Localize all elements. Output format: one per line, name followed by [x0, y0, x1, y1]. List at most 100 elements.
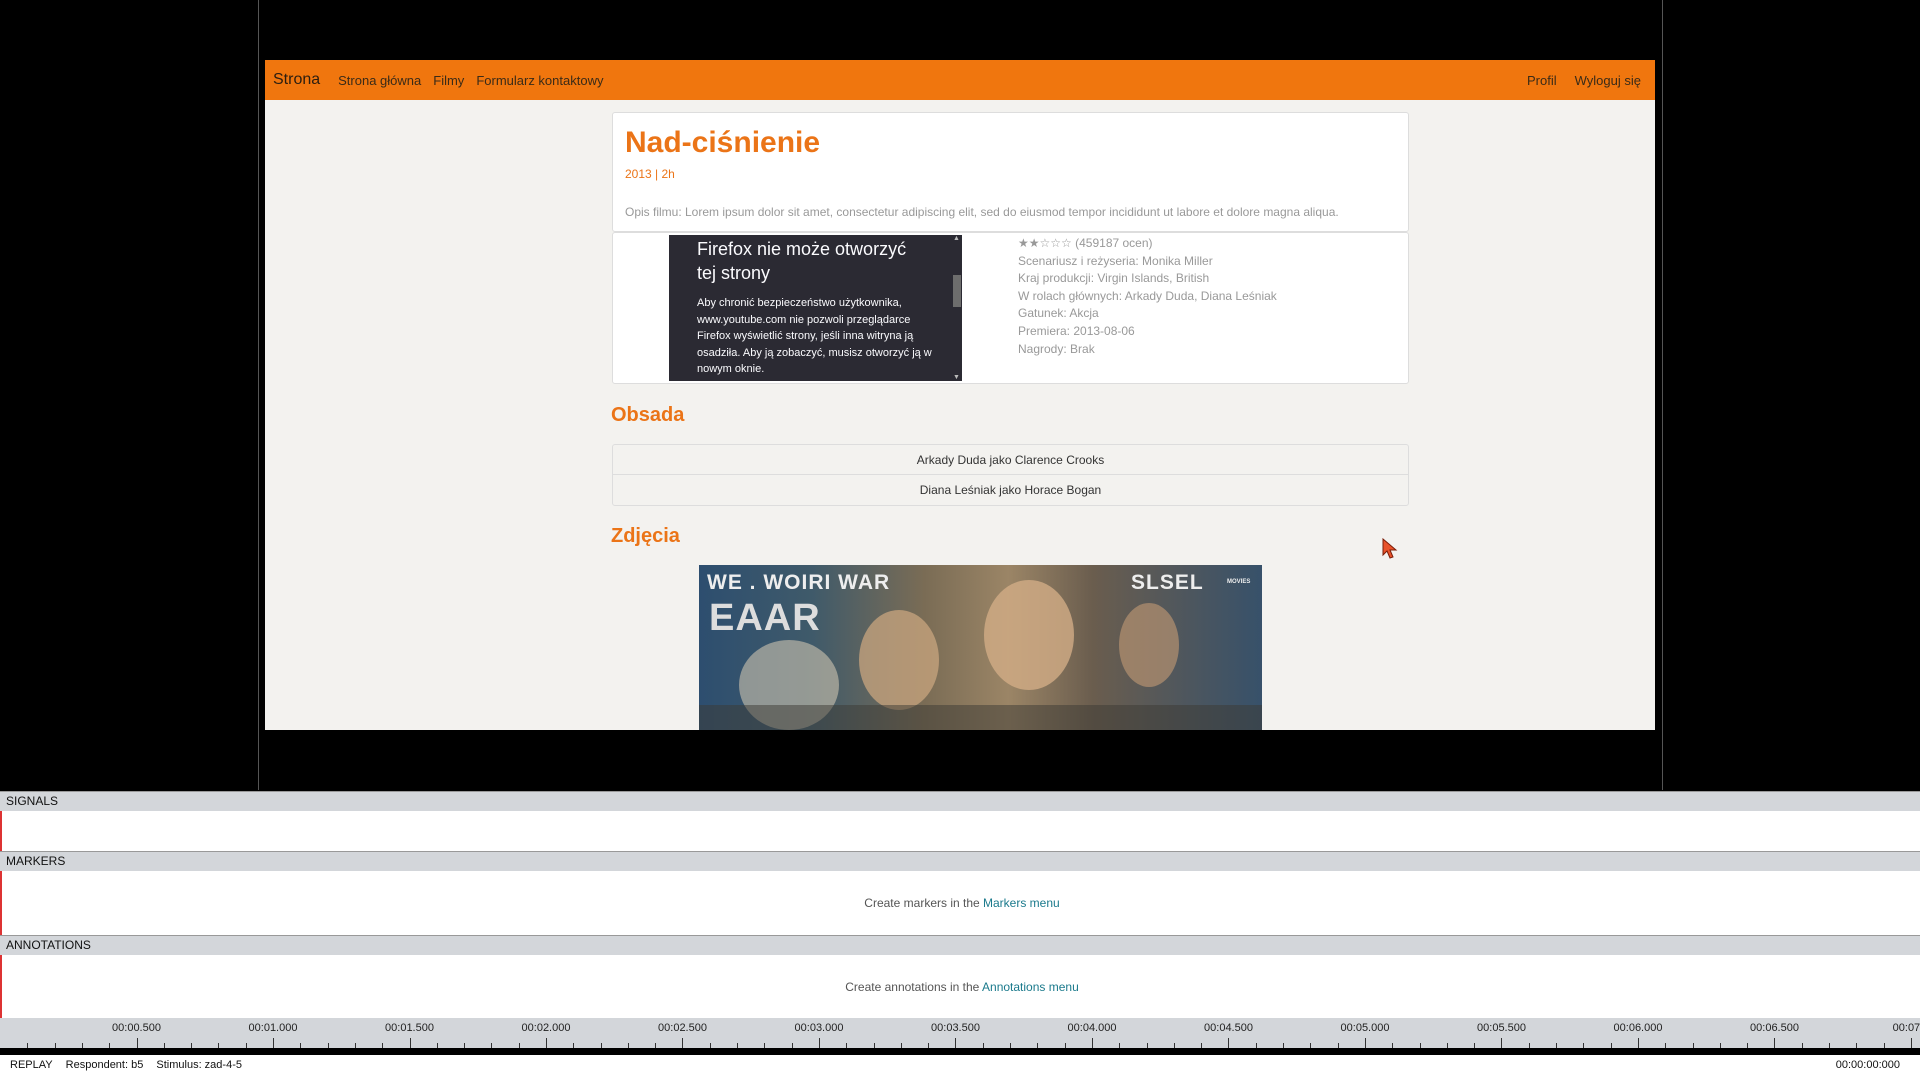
timeline-tick [55, 1043, 56, 1048]
timeline-tick [27, 1043, 28, 1048]
timeline-tick [491, 1043, 492, 1048]
nav-link-movies[interactable]: Filmy [433, 73, 464, 88]
markers-header: MARKERS [0, 851, 1920, 871]
timeline-tick [1010, 1043, 1011, 1048]
timeline-tick [1065, 1043, 1066, 1048]
timeline-tick [1583, 1043, 1584, 1048]
cast-list-item[interactable]: Arkady Duda jako Clarence Crooks [613, 445, 1408, 475]
photo-figures [699, 580, 1262, 730]
timeline-tick-label: 00:02.000 [521, 1022, 571, 1034]
navbar-brand[interactable]: Strona [273, 71, 320, 89]
movie-country: Kraj produkcji: Virgin Islands, British [1018, 271, 1210, 286]
cast-list: Arkady Duda jako Clarence Crooks Diana L… [612, 444, 1409, 506]
timeline-tick [1856, 1043, 1857, 1048]
status-stimulus: Stimulus: zad-4-5 [156, 1059, 242, 1071]
movie-title: Nad-ciśnienie [625, 126, 821, 159]
signals-panel [0, 811, 1920, 851]
timeline-tick [1338, 1043, 1339, 1048]
timeline-tick [1228, 1038, 1229, 1048]
timeline-tick [1556, 1043, 1557, 1048]
timeline-tick [410, 1038, 411, 1048]
timeline-tick [328, 1043, 329, 1048]
annotations-header: ANNOTATIONS [0, 935, 1920, 955]
timeline-tick [191, 1043, 192, 1048]
timeline-tick [164, 1043, 165, 1048]
markers-panel: Create markers in the Markers menu [0, 871, 1920, 935]
video-error-scrollbar[interactable]: ▲ ▼ [952, 235, 962, 381]
annotations-menu-link[interactable]: Annotations menu [982, 980, 1079, 994]
timeline-tick [737, 1043, 738, 1048]
timeline-tick [546, 1038, 547, 1048]
nav-link-profile[interactable]: Profil [1527, 73, 1557, 88]
timeline-tick [218, 1043, 219, 1048]
movie-genre: Gatunek: Akcja [1018, 306, 1099, 321]
timeline-tick [355, 1043, 356, 1048]
timeline-tick [928, 1043, 929, 1048]
timeline-tick [1201, 1043, 1202, 1048]
timeline-tick [1147, 1043, 1148, 1048]
markers-hint: Create markers in the Markers menu [2, 896, 1920, 910]
timeline-tick-label: 00:04.500 [1204, 1022, 1253, 1034]
timeline-tick [1283, 1043, 1284, 1048]
timeline-tick [1802, 1043, 1803, 1048]
timeline-tick [437, 1043, 438, 1048]
timeline-tick-label: 00:04.000 [1067, 1022, 1117, 1034]
timeline-tick [819, 1038, 820, 1048]
timeline-tick [1911, 1038, 1912, 1048]
scroll-up-icon[interactable]: ▲ [953, 235, 960, 242]
timeline-tick [1174, 1043, 1175, 1048]
nav-link-contact-form[interactable]: Formularz kontaktowy [476, 73, 603, 88]
timeline-tick [901, 1043, 902, 1048]
movie-details-card: Firefox nie może otworzyć tej strony Aby… [612, 232, 1409, 384]
video-error-body: Aby chronić bezpieczeństwo użytkownika, … [697, 297, 932, 375]
nav-link-home[interactable]: Strona główna [338, 73, 421, 88]
timeline-tick [573, 1043, 574, 1048]
timeline-tick [1256, 1043, 1257, 1048]
scroll-down-icon[interactable]: ▼ [953, 374, 960, 381]
timeline-tick [792, 1043, 793, 1048]
movie-description: Opis filmu: Lorem ipsum dolor sit amet, … [625, 205, 1339, 219]
stage-boundary-left [258, 0, 259, 790]
timeline-tick [1474, 1043, 1475, 1048]
signals-header: SIGNALS [0, 791, 1920, 811]
scroll-thumb[interactable] [953, 275, 961, 307]
timeline-tick [1392, 1043, 1393, 1048]
timeline-tick [273, 1038, 274, 1048]
timeline-tick [109, 1043, 110, 1048]
movie-rating: ★★☆☆☆ (459187 ocen) [1018, 236, 1153, 250]
movie-meta: 2013 | 2h [625, 167, 675, 181]
timeline-tick [1037, 1043, 1038, 1048]
nav-link-logout[interactable]: Wyloguj się [1575, 73, 1641, 88]
status-mode: REPLAY [10, 1059, 53, 1071]
cast-section-title: Obsada [611, 404, 685, 426]
cast-list-item[interactable]: Diana Leśniak jako Horace Bogan [613, 475, 1408, 505]
movie-awards: Nagrody: Brak [1018, 341, 1095, 356]
timeline-tick [846, 1043, 847, 1048]
timeline-tick-label: 00:01.500 [385, 1022, 434, 1034]
timeline-tick-label: 00:02.500 [658, 1022, 707, 1034]
movie-premiere: Premiera: 2013-08-06 [1018, 323, 1135, 338]
site-navbar: Strona Strona główna Filmy Formularz kon… [265, 60, 1655, 100]
timeline-tick-label: 00:07.0 [1892, 1022, 1920, 1034]
photos-section-title: Zdjęcia [611, 525, 680, 547]
timeline-tick [1829, 1043, 1830, 1048]
timeline-tick [1720, 1043, 1721, 1048]
timeline-tick-label: 00:00.500 [112, 1022, 161, 1034]
timeline-tick [1693, 1043, 1694, 1048]
status-bar: REPLAY Respondent: b5 Stimulus: zad-4-5 … [0, 1055, 1920, 1080]
markers-menu-link[interactable]: Markers menu [983, 896, 1060, 910]
status-respondent: Respondent: b5 [65, 1059, 144, 1071]
timeline-tick [628, 1043, 629, 1048]
replay-stage: Strona Strona główna Filmy Formularz kon… [0, 0, 1920, 790]
timeline-tick [1365, 1038, 1366, 1048]
timeline-tick-label: 00:03.500 [931, 1022, 980, 1034]
video-error-heading: Firefox nie może otworzyć tej strony [697, 239, 907, 283]
timeline-tick [1884, 1043, 1885, 1048]
timeline-ruler[interactable]: 00:00.500 00:01.000 00:01.500 00:02.000 00:0… [0, 1018, 1920, 1048]
timeline-tick [1747, 1043, 1748, 1048]
timeline-tick [983, 1043, 984, 1048]
movie-still-photo[interactable]: WE . WOIRI WAR EAAR SLSEL MOVIES [699, 565, 1262, 730]
timeline-tick [1310, 1043, 1311, 1048]
timeline-tick [1119, 1043, 1120, 1048]
timeline-tick [764, 1043, 765, 1048]
